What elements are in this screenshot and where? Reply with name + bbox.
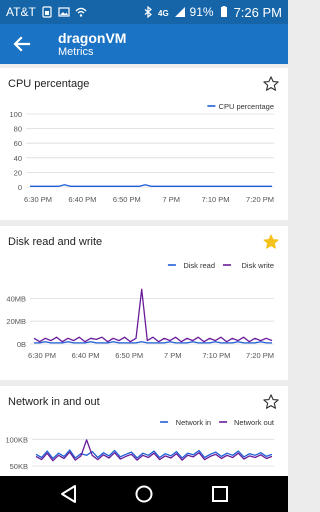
home-circle-icon[interactable] <box>132 483 156 505</box>
x-tick-label: 6:50 PM <box>113 195 141 204</box>
legend-label: Network out <box>234 418 275 427</box>
x-tick-label: 6:30 PM <box>24 195 52 204</box>
app-bar: dragonVM Metrics <box>0 24 288 64</box>
network-chart: 100KB 50KB Network out Network in <box>5 418 275 471</box>
sim-icon <box>42 6 52 18</box>
wifi-icon <box>75 7 87 17</box>
series-line <box>33 288 273 343</box>
series-line <box>34 341 272 344</box>
legend-label: Disk read <box>183 261 215 270</box>
y-tick-label: 20MB <box>6 317 26 326</box>
arrow-back-icon[interactable] <box>10 32 34 56</box>
disk-card[interactable]: Disk read and write 40MB 20MB 0B 6:30 PM 6:4… <box>0 226 288 380</box>
x-tick-label: 6:50 PM <box>115 351 143 360</box>
x-tick-label: 7 PM <box>164 351 182 360</box>
series-line <box>30 184 272 187</box>
cpu-chart: 100 80 60 40 20 06:30 PM 6:40 PM 6:50 PM 7 PM 7:1… <box>9 102 274 204</box>
y-tick-label: 100KB <box>5 435 28 444</box>
network-card[interactable]: Network in and out 100KB 50KB Network out N… <box>0 386 288 476</box>
image-icon <box>58 7 70 17</box>
y-tick-label: 40 <box>14 154 22 163</box>
x-tick-label: 6:40 PM <box>72 351 100 360</box>
page-title: dragonVM <box>58 30 127 46</box>
y-tick-label: 40MB <box>6 294 26 303</box>
x-tick-label: 7:10 PM <box>202 351 230 360</box>
carrier-label: AT&T <box>6 5 36 19</box>
x-tick-label: 6:40 PM <box>68 195 96 204</box>
legend-label: Disk write <box>241 261 274 270</box>
signal-icon <box>174 7 185 17</box>
y-tick-label: 0B <box>17 340 26 349</box>
battery-icon <box>220 6 227 17</box>
x-tick-label: 6:30 PM <box>28 351 56 360</box>
status-bar: AT&T 4G 91% 7:26 PM <box>0 0 288 24</box>
series-line <box>35 439 273 462</box>
disk-chart: 40MB 20MB 0B6:30 PM 6:40 PM 6:50 PM 7 PM 7:10 … <box>6 261 274 360</box>
y-tick-label: 20 <box>14 168 22 177</box>
y-tick-label: 100 <box>9 110 22 119</box>
svg-text:4G: 4G <box>158 9 169 18</box>
cpu-card[interactable]: CPU percentage 100 80 60 40 20 0 6:30 PM 6:40 P… <box>0 68 288 220</box>
4g-icon: 4G <box>158 9 169 18</box>
page-subtitle: Metrics <box>58 46 94 58</box>
battery-percent: 91% <box>189 5 214 19</box>
x-tick-label: 7:20 PM <box>246 195 274 204</box>
y-tick-label: 80 <box>14 125 22 134</box>
bluetooth-icon <box>144 6 152 18</box>
x-tick-label: 7:10 PM <box>202 195 230 204</box>
clock: 7:26 PM <box>233 4 282 20</box>
y-tick-label: 0 <box>18 183 22 192</box>
legend-label: Network in <box>176 418 211 427</box>
y-tick-label: 50KB <box>10 462 28 471</box>
recents-square-icon[interactable] <box>208 483 232 505</box>
back-triangle-icon[interactable] <box>57 483 81 505</box>
legend-label: CPU percentage <box>219 102 274 111</box>
x-tick-label: 7 PM <box>162 195 180 204</box>
y-tick-label: 60 <box>14 139 22 148</box>
navigation-bar <box>0 476 288 512</box>
x-tick-label: 7:20 PM <box>246 351 274 360</box>
